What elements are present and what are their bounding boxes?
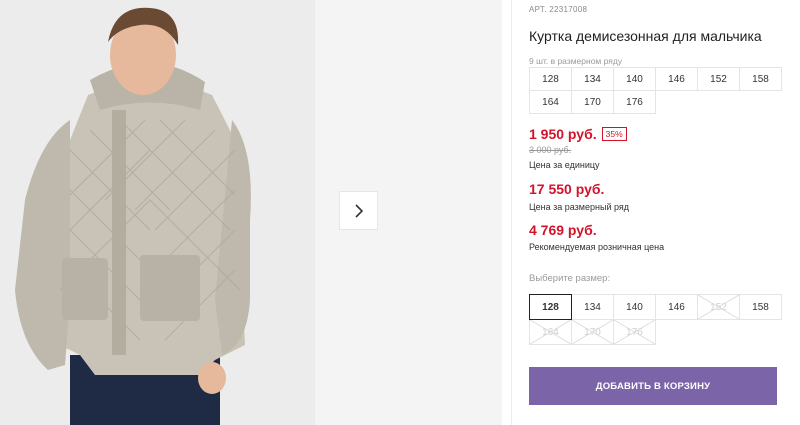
size-option: 170 <box>571 319 614 345</box>
size-range-cell: 128 <box>529 67 572 91</box>
size-selector-grid: 128 134 140 146 152 158 164170176 <box>529 294 782 345</box>
gallery-next-button[interactable] <box>339 191 378 230</box>
add-to-cart-button[interactable]: Добавить в корзину <box>529 367 777 405</box>
size-range-cell: 140 <box>613 67 656 91</box>
size-range-cell: 146 <box>655 67 698 91</box>
size-range-cell: 158 <box>739 67 782 91</box>
size-option-label: 140 <box>626 301 643 313</box>
discount-badge: 35% <box>601 127 627 141</box>
size-range-cell: 164 <box>529 90 572 114</box>
size-option[interactable]: 146 <box>655 294 698 320</box>
retail-price: 4 769 руб. <box>529 222 597 238</box>
retail-price-caption: Рекомендуемая розничная цена <box>529 242 665 252</box>
product-title: Куртка демисезонная для мальчика <box>529 28 762 44</box>
size-range-cell: 134 <box>571 67 614 91</box>
chevron-right-icon <box>354 203 363 218</box>
size-option: 176 <box>613 319 656 345</box>
price-unit-caption: Цена за единицу <box>529 160 600 170</box>
article-number: АРТ. 22317008 <box>529 5 588 14</box>
range-price-caption: Цена за размерный ряд <box>529 202 630 212</box>
size-option-label: 146 <box>668 301 685 313</box>
cross-out-icon <box>530 320 571 344</box>
size-option[interactable]: 134 <box>571 294 614 320</box>
cross-out-icon <box>614 320 655 344</box>
size-option: 152 <box>697 294 740 320</box>
size-option-label: 158 <box>752 301 769 313</box>
size-range-grid: 128 134 140 146 152 158 164 170 176 <box>529 67 782 114</box>
product-photo-illustration <box>0 0 315 425</box>
size-option: 164 <box>529 319 572 345</box>
product-photo[interactable] <box>0 0 315 425</box>
size-range-cell: 176 <box>613 90 656 114</box>
size-option-label: 134 <box>584 301 601 313</box>
cross-out-icon <box>698 295 739 319</box>
range-price: 17 550 руб. <box>529 181 605 197</box>
size-option[interactable]: 128 <box>529 294 572 320</box>
vertical-divider <box>511 0 512 425</box>
size-option[interactable]: 158 <box>739 294 782 320</box>
size-range-cell: 152 <box>697 67 740 91</box>
price-block: 1 950 руб. 35% <box>529 126 627 142</box>
cross-out-icon <box>572 320 613 344</box>
size-range-count: 9 шт. в размерном ряду <box>529 56 623 66</box>
old-price: 3 000 руб. <box>529 145 572 155</box>
choose-size-label: Выберите размер: <box>529 273 611 284</box>
size-option-label: 128 <box>542 301 559 313</box>
size-option[interactable]: 140 <box>613 294 656 320</box>
current-price: 1 950 руб. <box>529 126 597 142</box>
size-range-cell: 170 <box>571 90 614 114</box>
